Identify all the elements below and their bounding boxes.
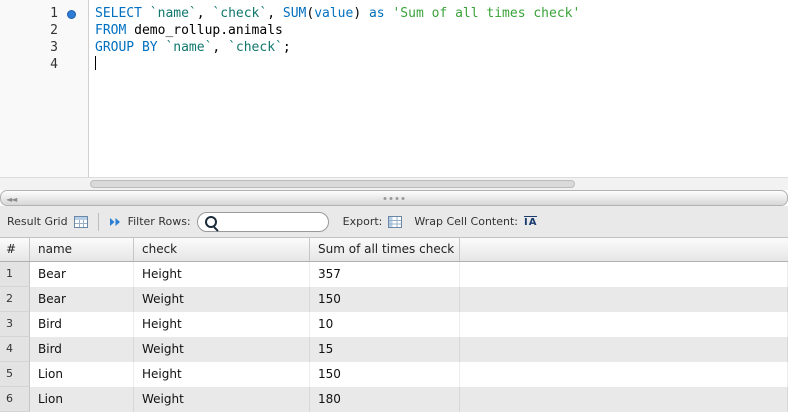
column-header-check[interactable]: check bbox=[134, 238, 310, 261]
export-label: Export: bbox=[343, 215, 383, 228]
table-cell[interactable]: Height bbox=[134, 312, 310, 337]
line-number: 3 bbox=[0, 39, 58, 56]
row-filler bbox=[460, 362, 788, 387]
row-number-cell[interactable]: 4 bbox=[0, 337, 30, 362]
wrap-cell-content-label: Wrap Cell Content: bbox=[414, 215, 518, 228]
table-row[interactable]: 3BirdHeight10 bbox=[0, 312, 788, 337]
result-grid-header: #namecheckSum of all times check bbox=[0, 238, 788, 262]
table-cell[interactable]: Height bbox=[134, 262, 310, 287]
line-number: 1 bbox=[0, 5, 58, 22]
statement-marker bbox=[58, 5, 88, 22]
row-filler bbox=[460, 312, 788, 337]
column-header-sum-of-all-times-check[interactable]: Sum of all times check bbox=[310, 238, 460, 261]
table-cell[interactable]: Weight bbox=[134, 337, 310, 362]
code-line[interactable]: 4 bbox=[0, 56, 788, 73]
table-cell[interactable]: 150 bbox=[310, 362, 460, 387]
scrollbar-thumb[interactable] bbox=[90, 180, 575, 188]
table-cell[interactable]: 357 bbox=[310, 262, 460, 287]
result-grid: #namecheckSum of all times check 1BearHe… bbox=[0, 238, 788, 412]
panel-splitter[interactable]: ◄◄ bbox=[0, 190, 788, 206]
result-grid-toolbar: Result Grid Filter Rows: Export: Wrap Ce… bbox=[0, 206, 788, 238]
export-icon[interactable] bbox=[388, 216, 402, 228]
statement-marker bbox=[58, 39, 88, 56]
row-filler bbox=[460, 387, 788, 412]
row-number-cell[interactable]: 2 bbox=[0, 287, 30, 312]
splitter-grip-icon bbox=[384, 197, 405, 200]
toolbar-separator bbox=[98, 213, 99, 231]
table-cell[interactable]: Weight bbox=[134, 387, 310, 412]
collapse-arrows-icon[interactable]: ◄◄ bbox=[6, 195, 16, 204]
row-filler bbox=[460, 337, 788, 362]
text-cursor bbox=[95, 56, 96, 70]
line-number: 2 bbox=[0, 22, 58, 39]
code-text: GROUP BY `name`, `check`; bbox=[88, 39, 291, 56]
table-cell[interactable]: Bird bbox=[30, 312, 134, 337]
row-number-cell[interactable]: 1 bbox=[0, 262, 30, 287]
line-number: 4 bbox=[0, 56, 58, 73]
table-cell[interactable]: Bird bbox=[30, 337, 134, 362]
statement-marker bbox=[58, 56, 88, 73]
editor-horizontal-scrollbar[interactable] bbox=[0, 177, 788, 190]
table-cell[interactable]: 180 bbox=[310, 387, 460, 412]
statement-marker bbox=[58, 22, 88, 39]
sql-code-lines: 1 SELECT `name`, `check`, SUM(value) as '… bbox=[0, 0, 788, 73]
table-cell[interactable]: Bear bbox=[30, 287, 134, 312]
column-header-num[interactable]: # bbox=[0, 238, 30, 261]
row-filler bbox=[460, 262, 788, 287]
table-cell[interactable]: Height bbox=[134, 362, 310, 387]
result-grid-label: Result Grid bbox=[7, 215, 68, 228]
code-text: FROM demo_rollup.animals bbox=[88, 22, 283, 39]
statement-dot-icon bbox=[67, 10, 76, 19]
filter-rows-label: Filter Rows: bbox=[128, 215, 191, 228]
column-header-filler bbox=[460, 238, 788, 261]
table-cell[interactable]: 15 bbox=[310, 337, 460, 362]
row-number-cell[interactable]: 3 bbox=[0, 312, 30, 337]
table-cell[interactable]: Bear bbox=[30, 262, 134, 287]
refresh-icon[interactable] bbox=[109, 216, 122, 228]
table-row[interactable]: 1BearHeight357 bbox=[0, 262, 788, 287]
table-row[interactable]: 2BearWeight150 bbox=[0, 287, 788, 312]
code-text bbox=[88, 56, 96, 73]
table-cell[interactable]: 10 bbox=[310, 312, 460, 337]
table-row[interactable]: 5LionHeight150 bbox=[0, 362, 788, 387]
table-cell[interactable]: 150 bbox=[310, 287, 460, 312]
table-cell[interactable]: Lion bbox=[30, 362, 134, 387]
code-line[interactable]: 3 GROUP BY `name`, `check`; bbox=[0, 39, 788, 56]
row-number-cell[interactable]: 6 bbox=[0, 387, 30, 412]
table-row[interactable]: 4BirdWeight15 bbox=[0, 337, 788, 362]
search-icon bbox=[205, 216, 217, 228]
sql-editor-window: 1 SELECT `name`, `check`, SUM(value) as '… bbox=[0, 0, 788, 418]
column-header-name[interactable]: name bbox=[30, 238, 134, 261]
code-line[interactable]: 1 SELECT `name`, `check`, SUM(value) as '… bbox=[0, 5, 788, 22]
row-filler bbox=[460, 287, 788, 312]
result-grid-body: 1BearHeight3572BearWeight1503BirdHeight1… bbox=[0, 262, 788, 412]
code-text: SELECT `name`, `check`, SUM(value) as 'S… bbox=[88, 5, 580, 22]
table-cell[interactable]: Lion bbox=[30, 387, 134, 412]
table-cell[interactable]: Weight bbox=[134, 287, 310, 312]
row-number-cell[interactable]: 5 bbox=[0, 362, 30, 387]
code-line[interactable]: 2 FROM demo_rollup.animals bbox=[0, 22, 788, 39]
wrap-cell-content-icon[interactable]: IA bbox=[524, 216, 537, 228]
result-grid-icon[interactable] bbox=[74, 216, 88, 228]
table-row[interactable]: 6LionWeight180 bbox=[0, 387, 788, 412]
filter-rows-searchbox[interactable] bbox=[197, 212, 329, 232]
sql-editor[interactable]: 1 SELECT `name`, `check`, SUM(value) as '… bbox=[0, 0, 788, 177]
filter-rows-input[interactable] bbox=[224, 215, 326, 230]
